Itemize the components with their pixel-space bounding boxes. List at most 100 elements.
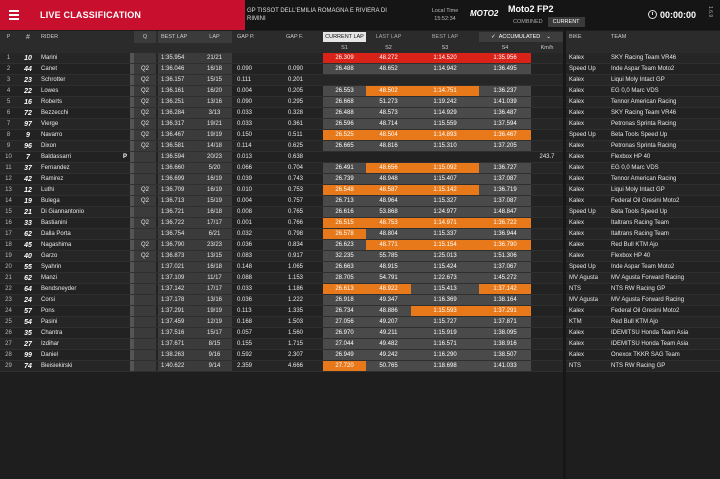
table-row[interactable]: 25 54 Pasini 1:37.459 12/19 0.168 1.503 27.056 4…: [0, 317, 720, 328]
table-row[interactable]: 21 62 Manzi 1:37.109 11/17 0.088 1.153 28.705 54…: [0, 273, 720, 284]
last-lap-toggle[interactable]: LAST LAP: [366, 32, 411, 42]
team: Liqui Moly Intact GP: [611, 187, 665, 193]
best-lap: 1:36.754: [158, 229, 197, 239]
rider-name[interactable]: Bezzecchi: [39, 108, 134, 118]
sector-3-time: 1:16.369: [411, 295, 479, 305]
table-row[interactable]: 28 99 Daniel 1:38.263 9/16 0.592 2.307 26.949 49…: [0, 350, 720, 361]
speed: [531, 196, 563, 206]
rider-name[interactable]: Garzo: [39, 251, 134, 261]
table-row[interactable]: 11 37 Fernandez 1:36.660 5/20 0.066 0.704 26.49…: [0, 163, 720, 174]
rider-name[interactable]: Izdihar: [39, 339, 134, 349]
rider-name[interactable]: Marini: [39, 53, 134, 63]
table-row[interactable]: 19 40 Garzo Q2 1:36.873 13/15 0.083 0.917 32.235…: [0, 251, 720, 262]
position: 10: [5, 154, 12, 160]
rider-name[interactable]: Canet: [39, 64, 134, 74]
sector-3-time: 1:15.727: [411, 317, 479, 327]
rider-name[interactable]: Daniel: [39, 350, 134, 360]
sector-2-time: 48.922: [366, 284, 411, 294]
table-row[interactable]: 16 33 Bastianini Q2 1:36.722 17/17 0.001 0.766 2…: [0, 218, 720, 229]
lap-count: 13/16: [197, 295, 232, 305]
table-row[interactable]: 7 97 Vierge Q2 1:36.317 19/21 0.033 0.361 26.596…: [0, 119, 720, 130]
table-row[interactable]: 3 23 Schrotter Q2 1:36.157 15/15 0.111 0.201 Kal…: [0, 75, 720, 86]
table-row[interactable]: 23 24 Corsi 1:37.178 13/16 0.036 1.222 26.918 49…: [0, 295, 720, 306]
rider-number: 35: [24, 329, 32, 337]
rider-name[interactable]: Ramirez: [39, 174, 134, 184]
rider-name[interactable]: Bastianini: [39, 218, 134, 228]
rider-name[interactable]: Bendsneyder: [39, 284, 134, 294]
table-row[interactable]: 8 9 Navarro Q2 1:36.467 19/19 0.150 0.511 26.525…: [0, 130, 720, 141]
gap-first: 0.753: [288, 187, 304, 193]
speed: [531, 317, 563, 327]
table-row[interactable]: 4 22 Lowes Q2 1:36.161 16/20 0.004 0.205 26.553 4…: [0, 86, 720, 97]
rider-name-text: Bezzecchi: [41, 110, 69, 116]
table-row[interactable]: 12 42 Ramirez 1:36.699 16/19 0.039 0.743 26.739…: [0, 174, 720, 185]
table-row[interactable]: 6 72 Bezzecchi Q2 1:36.284 3/13 0.033 0.328 26.4…: [0, 108, 720, 119]
accumulated-dropdown[interactable]: ✓ ACCUMULATED ⌄: [479, 32, 563, 42]
team: MV Agusta Forward Racing: [611, 297, 685, 303]
table-row[interactable]: 13 12 Luthi Q2 1:36.709 16/19 0.010 0.753 26.548…: [0, 185, 720, 196]
tab-current[interactable]: CURRENT: [547, 17, 585, 27]
table-row[interactable]: 10 7 Baldassarri P 1:36.594 20/23 0.013 0.638 24…: [0, 152, 720, 163]
team: SKY Racing Team VR46: [611, 55, 677, 61]
rider-name[interactable]: Schrotter: [39, 75, 134, 85]
rider-name[interactable]: Chantra: [39, 328, 134, 338]
col-header-q: Q: [134, 31, 156, 43]
table-row[interactable]: 1 10 Marini 1:35.954 21/21 26.309 48.272 1:14.5…: [0, 53, 720, 64]
rider-name[interactable]: Bulega: [39, 196, 134, 206]
rider-name[interactable]: Vierge: [39, 119, 134, 129]
table-row[interactable]: 24 57 Pons 1:37.291 19/19 0.113 1.335 26.734 48.…: [0, 306, 720, 317]
rider-name[interactable]: Roberts: [39, 97, 134, 107]
rider-name[interactable]: Pons: [39, 306, 134, 316]
rider-name[interactable]: Navarro: [39, 130, 134, 140]
sector-1-time: 26.665: [323, 141, 366, 151]
rider-name[interactable]: Dalla Porta: [39, 229, 134, 239]
sector-1-time: 26.713: [323, 196, 366, 206]
table-row[interactable]: 5 16 Roberts Q2 1:36.251 13/16 0.090 0.295 26.66…: [0, 97, 720, 108]
table-row[interactable]: 2 44 Canet Q2 1:36.046 16/18 0.090 0.090 26.488 4…: [0, 64, 720, 75]
team: Flexbox HP 40: [611, 154, 651, 160]
rider-name[interactable]: Bieisiekirski: [39, 361, 134, 371]
table-row[interactable]: 17 62 Dalla Porta 1:36.754 6/21 0.032 0.798 26.…: [0, 229, 720, 240]
team: EG 0,0 Marc VDS: [611, 165, 659, 171]
gap-previous: 0.008: [237, 209, 253, 215]
tab-combined[interactable]: COMBINED: [508, 17, 548, 27]
table-row[interactable]: 29 74 Bieisiekirski 1:40.622 9/14 2.359 4.666 2…: [0, 361, 720, 372]
table-row[interactable]: 27 27 Izdihar 1:37.671 8/15 0.155 1.715 27.044 4…: [0, 339, 720, 350]
rider-name[interactable]: Syahrin: [39, 262, 134, 272]
best-lap-toggle[interactable]: BEST LAP: [411, 32, 479, 42]
sector-1-time: 26.578: [323, 229, 366, 239]
table-row[interactable]: 14 19 Bulega Q2 1:36.713 15/19 0.004 0.757 26.71…: [0, 196, 720, 207]
rider-name[interactable]: Corsi: [39, 295, 134, 305]
speed: [531, 97, 563, 107]
rider-name[interactable]: Dixon: [39, 141, 134, 151]
table-row[interactable]: 18 45 Nagashima Q2 1:36.790 23/23 0.036 0.834 26…: [0, 240, 720, 251]
rider-name[interactable]: Di Giannantonio: [39, 207, 134, 217]
best-lap: 1:36.660: [158, 163, 197, 173]
rider-name[interactable]: Manzi: [39, 273, 134, 283]
table-row[interactable]: 20 55 Syahrin 1:37.021 16/18 0.148 1.065 26.663…: [0, 262, 720, 273]
rider-name[interactable]: Nagashima: [39, 240, 134, 250]
sector-4-time: 1:37.291: [479, 306, 531, 316]
rider-name[interactable]: Fernandez: [39, 163, 134, 173]
rider-number: 74: [24, 362, 32, 370]
menu-icon[interactable]: [0, 0, 28, 30]
current-lap-toggle[interactable]: CURRENT LAP: [323, 32, 366, 42]
gap-first: 1.335: [288, 308, 304, 314]
gap-first: 1.560: [288, 330, 304, 336]
position: 13: [5, 187, 12, 193]
table-row[interactable]: 9 96 Dixon Q2 1:36.581 14/18 0.114 0.625 26.665 4…: [0, 141, 720, 152]
rider-number: 33: [24, 219, 32, 227]
table-row[interactable]: 15 21 Di Giannantonio 1:36.721 16/18 0.008 0.7…: [0, 207, 720, 218]
rider-name[interactable]: Luthi: [39, 185, 134, 195]
table-row[interactable]: 22 64 Bendsneyder 1:37.142 17/17 0.033 1.186 26…: [0, 284, 720, 295]
sector-1-time: 26.488: [323, 64, 366, 74]
rider-name-text: Roberts: [41, 99, 63, 105]
rider-name[interactable]: Pasini: [39, 317, 134, 327]
bike: Kalex: [569, 220, 585, 226]
team: EG 0,0 Marc VDS: [611, 88, 659, 94]
rider-name[interactable]: Baldassarri P: [39, 152, 134, 162]
table-row[interactable]: 26 35 Chantra 1:37.516 15/17 0.057 1.560 26.970…: [0, 328, 720, 339]
chevron-down-icon: ⌄: [546, 34, 551, 40]
gap-first: 0.743: [288, 176, 304, 182]
rider-name[interactable]: Lowes: [39, 86, 134, 96]
